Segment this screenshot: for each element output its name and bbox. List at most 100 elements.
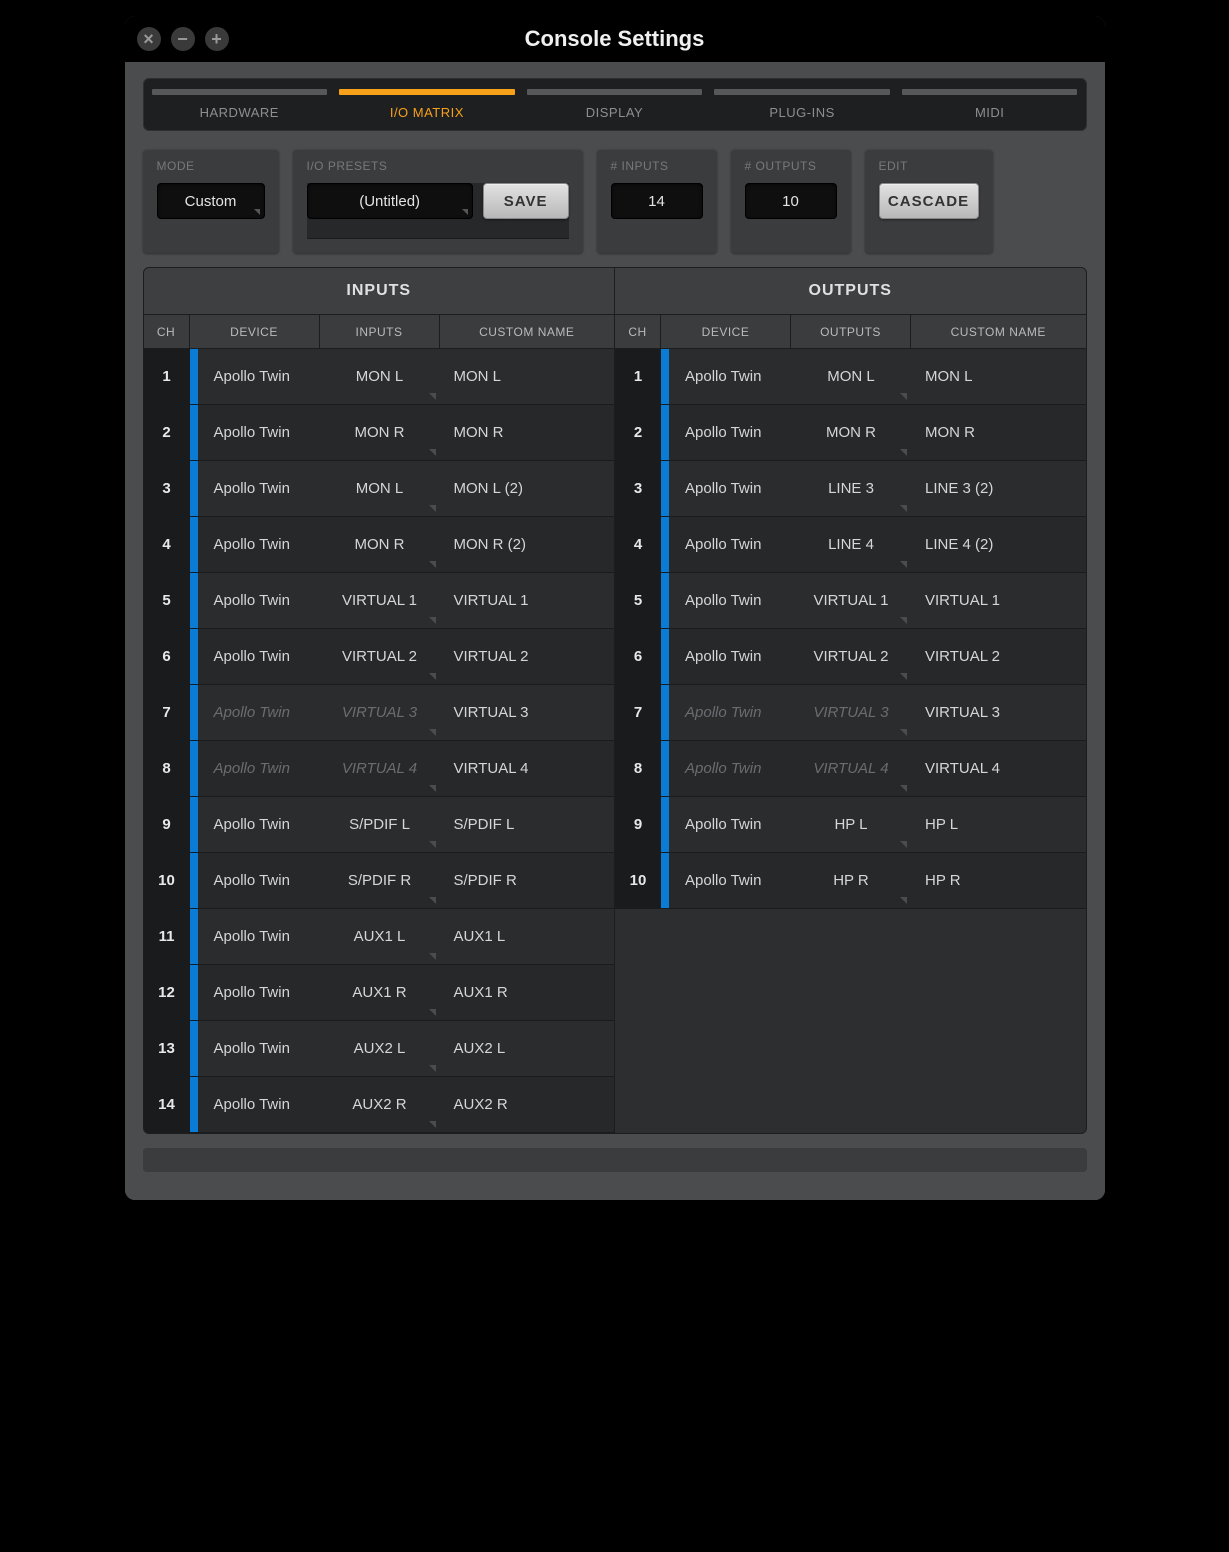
color-stripe <box>661 405 669 460</box>
table-row: 10Apollo TwinHP RHP R <box>615 853 1086 909</box>
col-ch: CH <box>144 315 190 348</box>
channel-number: 6 <box>615 629 661 684</box>
color-stripe <box>190 573 198 628</box>
custom-name-field[interactable]: AUX1 R <box>440 965 615 1020</box>
output-select[interactable]: MON R <box>791 405 911 460</box>
custom-name-field[interactable]: VIRTUAL 2 <box>911 629 1086 684</box>
custom-name-field[interactable]: MON L <box>440 349 615 404</box>
dropdown-icon <box>900 505 907 512</box>
output-select[interactable]: VIRTUAL 4 <box>791 741 911 796</box>
output-select[interactable]: HP L <box>791 797 911 852</box>
custom-name-field[interactable]: VIRTUAL 1 <box>440 573 615 628</box>
device-name: Apollo Twin <box>198 461 320 516</box>
titlebar: × − + Console Settings <box>125 16 1105 62</box>
col-device: DEVICE <box>190 315 320 348</box>
table-row: 8Apollo TwinVIRTUAL 4VIRTUAL 4 <box>615 741 1086 797</box>
input-select[interactable]: S/PDIF R <box>320 853 440 908</box>
custom-name-field[interactable]: VIRTUAL 4 <box>440 741 615 796</box>
color-stripe <box>190 909 198 964</box>
input-select[interactable]: AUX2 L <box>320 1021 440 1076</box>
input-select[interactable]: VIRTUAL 2 <box>320 629 440 684</box>
output-select[interactable]: VIRTUAL 3 <box>791 685 911 740</box>
tab-indicator <box>714 89 890 95</box>
device-name: Apollo Twin <box>198 741 320 796</box>
custom-name-field[interactable]: HP R <box>911 853 1086 908</box>
custom-name-field[interactable]: VIRTUAL 1 <box>911 573 1086 628</box>
output-select[interactable]: LINE 3 <box>791 461 911 516</box>
device-name: Apollo Twin <box>669 349 791 404</box>
color-stripe <box>190 741 198 796</box>
device-name: Apollo Twin <box>198 1077 320 1132</box>
custom-name-field[interactable]: MON R <box>440 405 615 460</box>
input-select[interactable]: MON L <box>320 349 440 404</box>
channel-number: 9 <box>144 797 190 852</box>
input-select[interactable]: AUX2 R <box>320 1077 440 1132</box>
tab-i-o-matrix[interactable]: I/O MATRIX <box>339 85 515 120</box>
output-select[interactable]: VIRTUAL 1 <box>791 573 911 628</box>
device-name: Apollo Twin <box>198 349 320 404</box>
output-select[interactable]: MON L <box>791 349 911 404</box>
custom-name-field[interactable]: VIRTUAL 4 <box>911 741 1086 796</box>
close-button[interactable]: × <box>137 27 161 51</box>
custom-name-field[interactable]: VIRTUAL 3 <box>911 685 1086 740</box>
table-row: 6Apollo TwinVIRTUAL 2VIRTUAL 2 <box>144 629 615 685</box>
minimize-button[interactable]: − <box>171 27 195 51</box>
custom-name-field[interactable]: VIRTUAL 3 <box>440 685 615 740</box>
color-stripe <box>661 741 669 796</box>
outputs-count-value[interactable]: 10 <box>745 183 837 219</box>
inputs-section-title: INPUTS <box>144 268 616 314</box>
input-select[interactable]: VIRTUAL 3 <box>320 685 440 740</box>
outputs-section: CH DEVICE OUTPUTS CUSTOM NAME 1Apollo Tw… <box>615 315 1086 1133</box>
dropdown-icon <box>900 393 907 400</box>
tab-hardware[interactable]: HARDWARE <box>152 85 328 120</box>
input-select[interactable]: AUX1 L <box>320 909 440 964</box>
custom-name-field[interactable]: MON L <box>911 349 1086 404</box>
tab-label: I/O MATRIX <box>339 105 515 120</box>
channel-number: 14 <box>144 1077 190 1132</box>
input-select[interactable]: MON R <box>320 517 440 572</box>
output-select[interactable]: LINE 4 <box>791 517 911 572</box>
input-select[interactable]: MON L <box>320 461 440 516</box>
custom-name-field[interactable]: LINE 3 (2) <box>911 461 1086 516</box>
device-name: Apollo Twin <box>198 629 320 684</box>
input-select[interactable]: S/PDIF L <box>320 797 440 852</box>
custom-name-field[interactable]: LINE 4 (2) <box>911 517 1086 572</box>
input-select[interactable]: AUX1 R <box>320 965 440 1020</box>
inputs-count-label: # INPUTS <box>611 159 703 173</box>
color-stripe <box>190 349 198 404</box>
custom-name-field[interactable]: S/PDIF R <box>440 853 615 908</box>
outputs-count-panel: # OUTPUTS 10 <box>731 149 851 253</box>
mode-select[interactable]: Custom <box>157 183 265 219</box>
channel-number: 9 <box>615 797 661 852</box>
custom-name-field[interactable]: VIRTUAL 2 <box>440 629 615 684</box>
output-select[interactable]: VIRTUAL 2 <box>791 629 911 684</box>
input-select[interactable]: MON R <box>320 405 440 460</box>
output-select[interactable]: HP R <box>791 853 911 908</box>
presets-label: I/O PRESETS <box>307 159 569 173</box>
custom-name-field[interactable]: AUX2 L <box>440 1021 615 1076</box>
custom-name-field[interactable]: HP L <box>911 797 1086 852</box>
input-select[interactable]: VIRTUAL 4 <box>320 741 440 796</box>
table-row: 4Apollo TwinMON RMON R (2) <box>144 517 615 573</box>
cascade-button[interactable]: CASCADE <box>879 183 979 219</box>
tab-display[interactable]: DISPLAY <box>527 85 703 120</box>
preset-select[interactable]: (Untitled) <box>307 183 473 219</box>
custom-name-field[interactable]: MON R <box>911 405 1086 460</box>
outputs-count-label: # OUTPUTS <box>745 159 837 173</box>
custom-name-field[interactable]: MON L (2) <box>440 461 615 516</box>
tab-plug-ins[interactable]: PLUG-INS <box>714 85 890 120</box>
save-button[interactable]: SAVE <box>483 183 569 219</box>
channel-number: 6 <box>144 629 190 684</box>
channel-number: 8 <box>615 741 661 796</box>
tab-midi[interactable]: MIDI <box>902 85 1078 120</box>
custom-name-field[interactable]: AUX2 R <box>440 1077 615 1132</box>
custom-name-field[interactable]: MON R (2) <box>440 517 615 572</box>
dropdown-icon <box>900 729 907 736</box>
color-stripe <box>661 629 669 684</box>
maximize-button[interactable]: + <box>205 27 229 51</box>
custom-name-field[interactable]: S/PDIF L <box>440 797 615 852</box>
custom-name-field[interactable]: AUX1 L <box>440 909 615 964</box>
input-select[interactable]: VIRTUAL 1 <box>320 573 440 628</box>
device-name: Apollo Twin <box>669 461 791 516</box>
inputs-count-value[interactable]: 14 <box>611 183 703 219</box>
